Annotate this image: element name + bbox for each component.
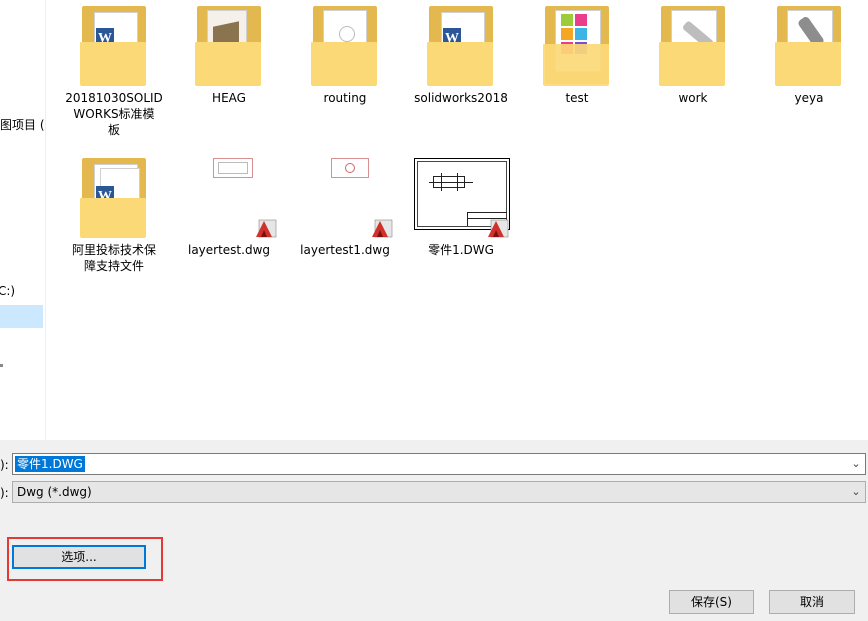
file-item-dwg[interactable]: layertest1.dwg bbox=[289, 152, 401, 262]
filetype-dropdown[interactable]: Dwg (*.dwg) ⌄ bbox=[12, 481, 866, 503]
nav-item-selected[interactable] bbox=[0, 305, 43, 328]
file-list-view[interactable]: W 20181030SOLID WORKS标准模 板 HEAG routing … bbox=[46, 0, 868, 440]
file-name: 板 bbox=[107, 123, 120, 137]
filename-combobox[interactable]: 零件1.DWG ⌄ bbox=[12, 453, 866, 475]
file-item-folder[interactable]: W 20181030SOLID WORKS标准模 板 bbox=[58, 0, 170, 140]
dwg-thumbnail bbox=[411, 158, 517, 242]
autocad-dwg-icon bbox=[256, 219, 277, 238]
chevron-down-icon[interactable]: ⌄ bbox=[847, 482, 865, 502]
file-item-folder[interactable]: HEAG bbox=[173, 0, 285, 110]
dwg-thumbnail bbox=[303, 152, 401, 242]
nav-item-label: C:) bbox=[0, 284, 16, 298]
folder-icon: W bbox=[80, 0, 150, 86]
file-name: test bbox=[565, 91, 589, 105]
filename-input[interactable]: 零件1.DWG bbox=[15, 456, 85, 472]
file-name: solidworks2018 bbox=[414, 91, 508, 105]
folder-icon bbox=[311, 0, 381, 86]
file-item-folder[interactable]: yeya bbox=[753, 0, 865, 110]
folder-icon: W bbox=[427, 0, 497, 86]
file-item-folder[interactable]: routing bbox=[289, 0, 401, 110]
filename-label: ): bbox=[0, 458, 9, 472]
folder-icon bbox=[659, 0, 729, 86]
options-button[interactable]: 选项... bbox=[12, 545, 146, 569]
file-item-folder[interactable]: W 阿里投标技术保 障支持文件 bbox=[58, 152, 170, 276]
save-button[interactable]: 保存(S) bbox=[669, 590, 754, 614]
folder-icon bbox=[195, 0, 265, 86]
file-item-folder[interactable]: test bbox=[521, 0, 633, 110]
file-name: WORKS标准模 bbox=[73, 107, 155, 121]
nav-item-label: 图项目 ( bbox=[0, 118, 45, 132]
file-name: yeya bbox=[794, 91, 824, 105]
dwg-thumbnail bbox=[187, 152, 285, 242]
file-name: layertest.dwg bbox=[187, 243, 270, 257]
file-name: routing bbox=[323, 91, 367, 105]
navigation-pane[interactable]: 图项目 ( C:) bbox=[0, 0, 46, 440]
folder-icon bbox=[543, 0, 613, 86]
nav-scroll-marker bbox=[0, 364, 3, 367]
save-dialog: 图项目 ( C:) W 20181030SOLID WORKS标准模 板 bbox=[0, 0, 868, 621]
filetype-label: ): bbox=[0, 486, 9, 500]
file-name: layertest1.dwg bbox=[300, 243, 390, 257]
file-item-folder[interactable]: W solidworks2018 bbox=[405, 0, 517, 110]
folder-icon: W bbox=[80, 152, 150, 238]
autocad-dwg-icon bbox=[372, 219, 393, 238]
file-item-dwg[interactable]: 零件1.DWG bbox=[405, 152, 517, 262]
file-name: 障支持文件 bbox=[83, 259, 144, 273]
cancel-button[interactable]: 取消 bbox=[769, 590, 855, 614]
folder-icon bbox=[775, 0, 845, 86]
file-item-dwg[interactable]: layertest.dwg bbox=[173, 152, 285, 262]
chevron-down-icon[interactable]: ⌄ bbox=[847, 454, 865, 474]
filetype-value: Dwg (*.dwg) bbox=[17, 485, 92, 499]
file-name: work bbox=[678, 91, 708, 105]
file-name: HEAG bbox=[212, 91, 246, 105]
autocad-dwg-icon bbox=[488, 219, 509, 238]
file-name: 零件1.DWG bbox=[428, 243, 494, 257]
file-item-folder[interactable]: work bbox=[637, 0, 749, 110]
file-name: 阿里投标技术保 bbox=[71, 243, 156, 257]
drawing-preview-icon bbox=[339, 26, 355, 42]
file-name: 20181030SOLID bbox=[65, 91, 163, 105]
